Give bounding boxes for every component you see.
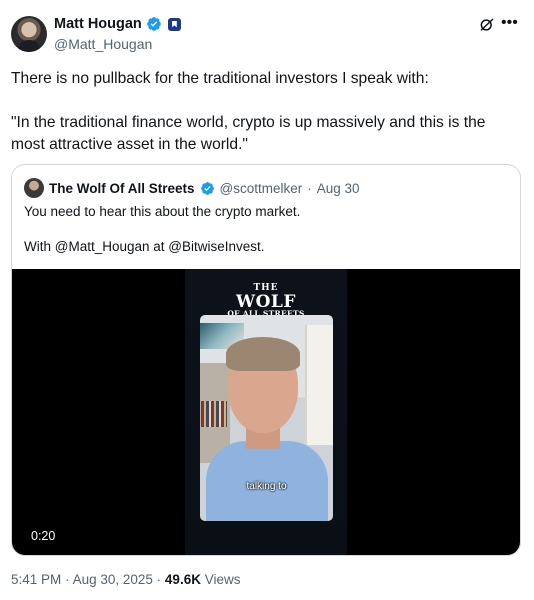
affiliate-badge-icon[interactable] <box>167 17 181 31</box>
author-handle[interactable]: @Matt_Hougan <box>54 36 152 52</box>
meta-separator: · <box>65 572 70 587</box>
quote-date[interactable]: Aug 30 <box>317 181 360 196</box>
tweet-paragraph: There is no pullback for the traditional… <box>11 70 429 87</box>
tweet-text: There is no pullback for the traditional… <box>11 68 521 156</box>
quote-handle[interactable]: @scottmelker <box>220 181 303 196</box>
tweet-time[interactable]: 5:41 PM <box>11 572 61 587</box>
meta-separator: · <box>156 572 162 587</box>
views-label: Views <box>204 572 241 587</box>
quoted-tweet[interactable]: The Wolf Of All Streets @scottmelker · A… <box>11 164 521 556</box>
verified-badge-icon <box>146 17 161 31</box>
quote-separator: · <box>307 180 312 196</box>
grok-icon[interactable] <box>478 16 496 34</box>
quote-text: You need to hear this about the crypto m… <box>24 203 504 256</box>
speaker-hair <box>226 337 300 371</box>
door <box>305 325 333 445</box>
author-name-row: Matt Hougan <box>54 16 181 32</box>
video-player[interactable]: THE WOLF OF ALL STREETS talking to 0:20 <box>12 269 520 555</box>
tweet-date[interactable]: Aug 30, 2025 <box>73 572 153 587</box>
more-icon[interactable]: ••• <box>501 14 518 32</box>
author-display-name[interactable]: Matt Hougan <box>54 16 142 32</box>
quote-avatar[interactable] <box>24 178 44 198</box>
video-timecode: 0:20 <box>26 528 61 544</box>
video-thumbnail: talking to <box>200 315 333 521</box>
quote-paragraph: With @Matt_Hougan at @BitwiseInvest. <box>24 239 265 254</box>
tweet-paragraph: "In the traditional finance world, crypt… <box>11 114 486 153</box>
quote-header: The Wolf Of All Streets @scottmelker · A… <box>24 178 360 198</box>
video-frame-panel: THE WOLF OF ALL STREETS talking to <box>185 269 347 555</box>
books <box>201 401 227 427</box>
author-avatar[interactable] <box>11 16 47 52</box>
quote-display-name[interactable]: The Wolf Of All Streets <box>49 181 195 196</box>
tweet: Matt Hougan @Matt_Hougan ••• There is no… <box>0 0 534 600</box>
verified-badge-icon <box>200 181 214 195</box>
tweet-meta: 5:41 PM · Aug 30, 2025 · 49.6K Views <box>11 572 241 587</box>
video-caption: talking to <box>246 481 287 492</box>
quote-paragraph: You need to hear this about the crypto m… <box>24 204 301 219</box>
views-count: 49.6K <box>164 572 201 587</box>
